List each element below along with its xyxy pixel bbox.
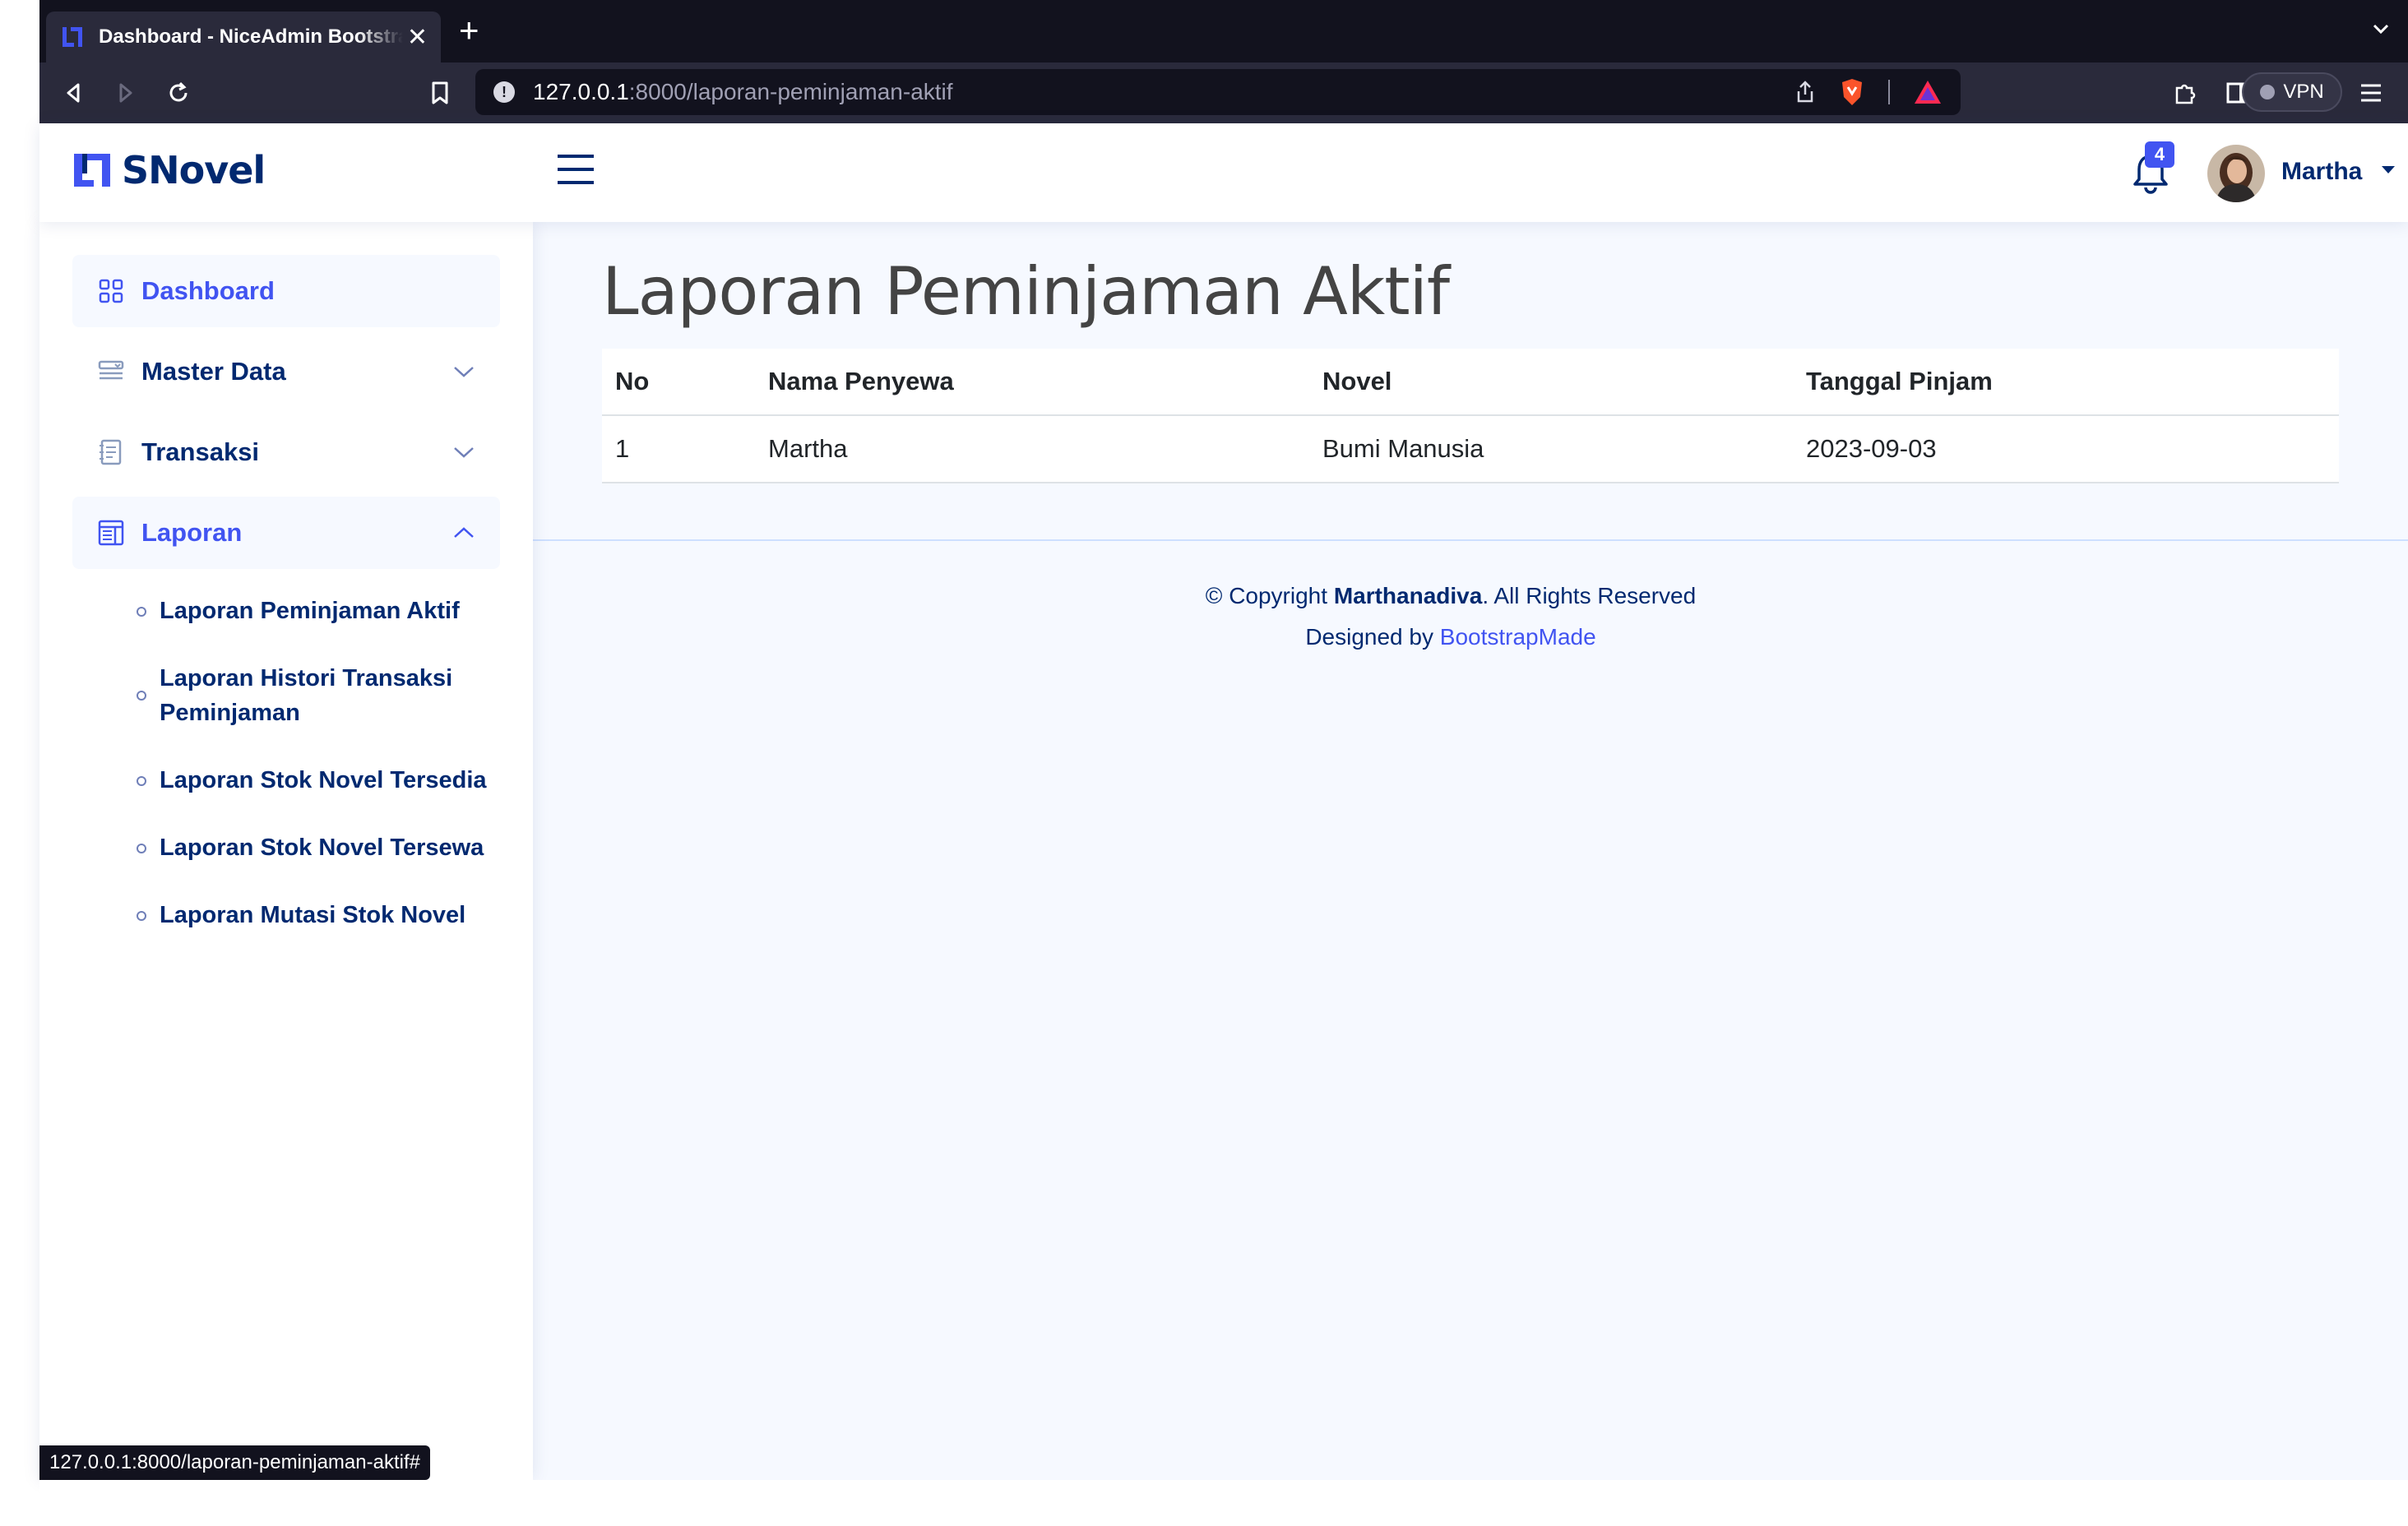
circle-icon xyxy=(137,607,146,617)
copyright-prefix: © Copyright xyxy=(1205,583,1334,608)
chevron-up-icon xyxy=(454,527,474,538)
copyright: © Copyright Marthanadiva. All Rights Res… xyxy=(533,576,2369,617)
tab-list-chevron-icon[interactable] xyxy=(2370,18,2392,39)
credits: Designed by BootstrapMade xyxy=(533,617,2369,658)
browser-menu-icon[interactable] xyxy=(2355,77,2387,109)
circle-icon xyxy=(137,691,146,701)
submenu-item-label: Laporan Histori Transaksi Peminjaman xyxy=(160,665,453,726)
tab-title: Dashboard - NiceAdmin Bootstrap Template xyxy=(99,25,403,48)
submenu-item-laporan-peminjaman-aktif[interactable]: Laporan Peminjaman Aktif xyxy=(137,594,489,628)
address-separator xyxy=(1888,80,1890,104)
credits-prefix: Designed by xyxy=(1305,624,1440,650)
copyright-suffix: . All Rights Reserved xyxy=(1482,583,1697,608)
copyright-owner: Marthanadiva xyxy=(1333,583,1483,608)
sidebar-item-label: Dashboard xyxy=(141,276,275,305)
user-dropdown-caret-icon[interactable] xyxy=(2382,166,2395,173)
back-icon[interactable] xyxy=(58,77,89,109)
browser-tab[interactable]: Dashboard - NiceAdmin Bootstrap Template… xyxy=(46,12,441,62)
table-cell: 1 xyxy=(615,434,630,463)
reload-icon[interactable] xyxy=(163,77,194,109)
toggle-sidebar-icon[interactable] xyxy=(556,153,595,186)
left-margin xyxy=(0,0,39,1526)
screen: Dashboard - NiceAdmin Bootstrap Template… xyxy=(0,0,2408,1526)
sidebar-item-label: Master Data xyxy=(141,357,286,386)
vpn-status-icon xyxy=(2260,85,2276,99)
logo-icon xyxy=(74,154,110,187)
user-name[interactable]: Martha xyxy=(2281,158,2362,186)
forward-icon[interactable] xyxy=(110,77,141,109)
site-info-icon[interactable]: ! xyxy=(493,81,515,103)
address-path: :8000/laporan-peminjaman-aktif xyxy=(628,79,953,104)
page-title: Laporan Peminjaman Aktif xyxy=(602,253,1450,330)
sidebar-item-label: Transaksi xyxy=(141,437,260,466)
table-header-cell: No xyxy=(615,367,650,395)
sidebar-item-dashboard[interactable]: Dashboard xyxy=(72,255,500,327)
submenu-item-label: Laporan Stok Novel Tersewa xyxy=(160,835,484,861)
bookmark-icon[interactable] xyxy=(424,77,456,109)
bottom-area xyxy=(39,1480,2408,1526)
submenu-item-label: Laporan Mutasi Stok Novel xyxy=(160,902,466,928)
submenu-item-laporan-mutasi[interactable]: Laporan Mutasi Stok Novel xyxy=(137,898,489,932)
sidebar-item-laporan[interactable]: Laporan xyxy=(72,497,500,569)
grid-icon xyxy=(99,279,123,303)
footer-divider xyxy=(533,539,2408,541)
avatar[interactable] xyxy=(2207,145,2265,202)
table-cell: Martha xyxy=(768,434,848,463)
table-header-cell: Tanggal Pinjam xyxy=(1806,367,1993,395)
notification-badge: 4 xyxy=(2145,141,2174,168)
designer-link[interactable]: BootstrapMade xyxy=(1440,624,1596,650)
table-row: 1 Martha Bumi Manusia 2023-09-03 xyxy=(602,416,2339,483)
chevron-down-icon xyxy=(454,367,474,377)
menu-button-icon xyxy=(98,360,124,380)
brave-shields-icon[interactable] xyxy=(1839,77,1865,107)
address-host: 127.0.0.1 xyxy=(533,79,629,104)
table-header-row: No Nama Penyewa Novel Tanggal Pinjam xyxy=(602,349,2339,416)
sidebar: Dashboard Master Data Transaksi Laporan … xyxy=(39,222,533,1480)
table-cell: 2023-09-03 xyxy=(1806,434,1937,463)
sidebar-item-transaksi[interactable]: Transaksi xyxy=(72,416,500,488)
favicon-icon xyxy=(63,27,82,47)
vpn-label: VPN xyxy=(2283,81,2324,103)
circle-icon xyxy=(137,844,146,853)
sidebar-item-master-data[interactable]: Master Data xyxy=(72,335,500,408)
tab-close-icon[interactable]: ✕ xyxy=(407,23,428,52)
journal-text-icon xyxy=(100,439,122,465)
submenu-item-laporan-stok-tersewa[interactable]: Laporan Stok Novel Tersewa xyxy=(137,830,489,865)
layout-text-window-icon xyxy=(98,520,124,546)
brand-name: SNovel xyxy=(122,148,266,192)
new-tab-button[interactable]: + xyxy=(459,13,479,48)
table-header-cell: Novel xyxy=(1322,367,1392,395)
table-header-cell: Nama Penyewa xyxy=(768,367,954,395)
browser-toolbar: ! 127.0.0.1 :8000/laporan-peminjaman-akt… xyxy=(39,62,2408,123)
footer: © Copyright Marthanadiva. All Rights Res… xyxy=(533,576,2369,658)
main-content: Laporan Peminjaman Aktif No Nama Penyewa… xyxy=(533,222,2408,1480)
vpn-button[interactable]: VPN xyxy=(2242,72,2342,112)
browser-tabbar: Dashboard - NiceAdmin Bootstrap Template… xyxy=(39,0,2408,62)
submenu-item-label: Laporan Stok Novel Tersedia xyxy=(160,767,487,793)
share-icon[interactable] xyxy=(1794,80,1816,104)
status-bar-url: 127.0.0.1:8000/laporan-peminjaman-aktif# xyxy=(39,1445,430,1480)
circle-icon xyxy=(137,911,146,921)
brave-rewards-icon[interactable] xyxy=(1913,79,1943,105)
address-bar[interactable]: ! 127.0.0.1 :8000/laporan-peminjaman-akt… xyxy=(475,69,1961,115)
submenu-item-laporan-histori[interactable]: Laporan Histori Transaksi Peminjaman xyxy=(137,661,472,730)
sidebar-item-label: Laporan xyxy=(141,518,243,547)
table-cell: Bumi Manusia xyxy=(1322,434,1484,463)
circle-icon xyxy=(137,776,146,786)
chevron-down-icon xyxy=(454,447,474,458)
logo[interactable]: SNovel xyxy=(71,148,266,192)
report-table: No Nama Penyewa Novel Tanggal Pinjam 1 M… xyxy=(602,349,2339,483)
extensions-icon[interactable] xyxy=(2170,77,2201,109)
submenu-item-label: Laporan Peminjaman Aktif xyxy=(160,598,460,624)
app-header: SNovel 4 Martha xyxy=(39,123,2408,222)
submenu-item-laporan-stok-tersedia[interactable]: Laporan Stok Novel Tersedia xyxy=(137,763,489,798)
